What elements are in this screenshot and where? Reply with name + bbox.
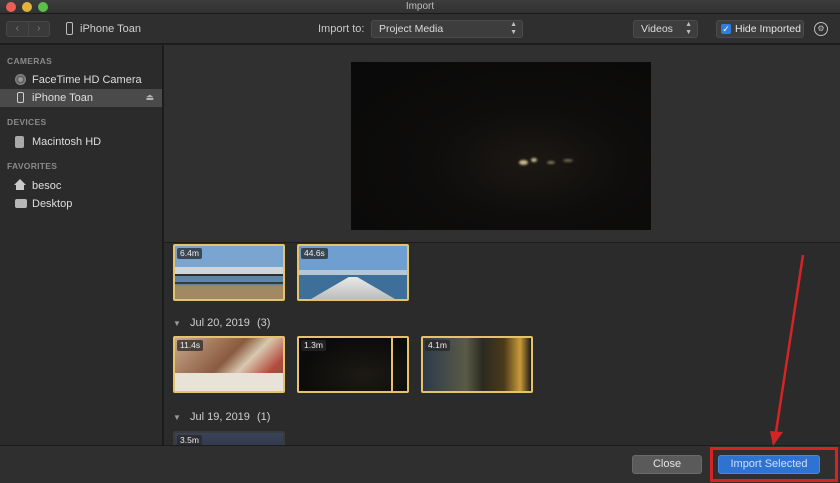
hide-imported-toggle[interactable]: ✓ Hide Imported (716, 20, 804, 38)
group-count: (3) (256, 317, 271, 329)
clip-thumbnail[interactable]: 1.3m (297, 336, 409, 393)
date-group-header[interactable]: ▼ Jul 19, 2019 (1) (173, 411, 270, 423)
disclosure-triangle-icon[interactable]: ▼ (173, 319, 181, 328)
group-date: Jul 19, 2019 (189, 411, 250, 423)
updown-arrows-icon: ▲ ▼ (510, 21, 517, 36)
clip-duration: 3.5m (177, 435, 202, 445)
clip-duration: 4.1m (425, 340, 450, 351)
close-button[interactable]: Close (632, 455, 702, 474)
device-name: iPhone Toan (80, 23, 141, 35)
group-date: Jul 20, 2019 (189, 317, 250, 329)
date-group-header[interactable]: ▼ Jul 20, 2019 (3) (173, 317, 270, 329)
sidebar-item-besoc[interactable]: besoc (0, 177, 162, 195)
import-to-value: Project Media (379, 23, 444, 35)
import-to-select[interactable]: Project Media ▲ ▼ (371, 20, 523, 38)
sidebar-item-label: iPhone Toan (32, 92, 93, 104)
phone-icon (66, 22, 73, 35)
sidebar-item-macintosh-hd[interactable]: Macintosh HD (0, 133, 162, 151)
sidebar-item-label: Macintosh HD (32, 136, 102, 148)
home-icon (14, 179, 26, 190)
clip-thumbnail[interactable]: 4.1m (421, 336, 533, 393)
hide-imported-checkbox[interactable]: ✓ (721, 24, 731, 34)
clip-duration: 11.4s (177, 340, 204, 351)
sidebar-item-label: Desktop (32, 198, 73, 210)
clip-duration: 44.6s (301, 248, 328, 259)
updown-arrows-icon: ▲ ▼ (685, 21, 692, 36)
import-to-label: Import to: (318, 23, 365, 35)
preview-lights (511, 154, 591, 172)
clip-duration: 6.4m (177, 248, 202, 259)
clip-duration: 1.3m (301, 340, 326, 351)
sidebar-item-iphone[interactable]: iPhone Toan ⏏ (0, 89, 162, 107)
camera-icon (15, 74, 26, 85)
gear-icon[interactable]: ⚙ (814, 22, 828, 36)
disclosure-triangle-icon[interactable]: ▼ (173, 413, 181, 422)
title-bar: Import (0, 0, 840, 14)
back-icon[interactable]: ‹ (7, 22, 29, 36)
group-count: (1) (256, 411, 271, 423)
media-filter-select[interactable]: Videos ▲ ▼ (633, 20, 698, 38)
desktop-icon (15, 199, 27, 208)
bottom-bar: Close Import Selected (0, 445, 840, 483)
hard-drive-icon (15, 136, 24, 148)
nav-buttons: ‹ › (6, 21, 50, 37)
favorites-header: FAVORITES (7, 161, 58, 171)
clip-thumbnail[interactable]: 6.4m (173, 244, 285, 301)
preview-area (164, 45, 840, 243)
video-preview[interactable] (351, 62, 651, 230)
cameras-header: CAMERAS (7, 56, 53, 66)
sidebar-item-label: besoc (32, 180, 62, 192)
toolbar: ‹ › iPhone Toan Import to: Project Media… (0, 14, 840, 44)
clip-thumbnail[interactable]: 44.6s (297, 244, 409, 301)
sidebar-item-desktop[interactable]: Desktop (0, 195, 162, 213)
sidebar-item-label: FaceTime HD Camera (32, 74, 142, 86)
media-filter-value: Videos (641, 23, 673, 35)
forward-icon[interactable]: › (29, 22, 50, 36)
sidebar: CAMERAS FaceTime HD Camera iPhone Toan ⏏… (0, 45, 163, 445)
clip-thumbnail[interactable]: 11.4s (173, 336, 285, 393)
media-browser: 6.4m 44.6s ▼ Jul 20, 2019 (3) 11.4s 1.3m… (164, 243, 840, 445)
window-title: Import (405, 1, 435, 12)
eject-icon[interactable]: ⏏ (145, 92, 154, 103)
phone-icon (17, 92, 24, 103)
devices-header: DEVICES (7, 117, 47, 127)
sidebar-item-facetime-camera[interactable]: FaceTime HD Camera (0, 71, 162, 89)
clip-thumbnail[interactable]: 3.5m (173, 431, 285, 445)
main-area: 6.4m 44.6s ▼ Jul 20, 2019 (3) 11.4s 1.3m… (164, 45, 840, 445)
hide-imported-label: Hide Imported (735, 23, 801, 35)
annotation-highlight-box (710, 447, 838, 482)
